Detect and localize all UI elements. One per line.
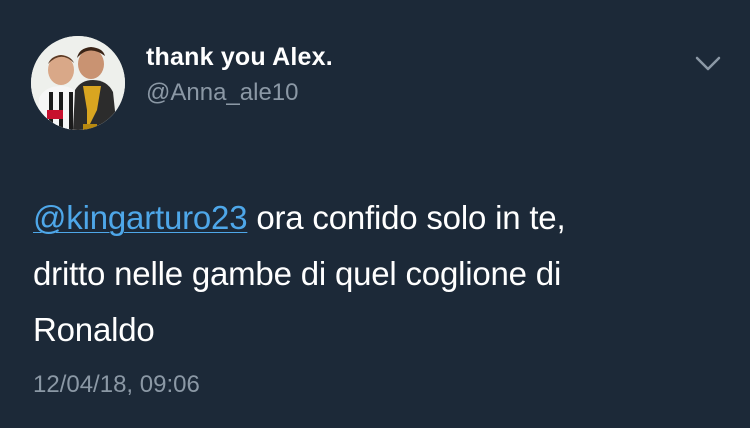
tweet-card: thank you Alex. @Anna_ale10 @kingarturo2… [0, 0, 750, 428]
chevron-down-icon[interactable] [692, 50, 724, 78]
tweet-text-segment: ora confido solo in te, [247, 199, 566, 236]
tweet-text: @kingarturo23 ora confido solo in te, dr… [33, 190, 723, 358]
mention-link[interactable]: @kingarturo23 [33, 199, 248, 236]
tweet-timestamp: 12/04/18, 09:06 [33, 371, 200, 398]
avatar[interactable] [31, 36, 125, 130]
tweet-line-3: Ronaldo [33, 311, 155, 348]
avatar-photo [31, 36, 125, 130]
tweet-line-2: dritto nelle gambe di quel coglione di [33, 255, 562, 292]
tweet-line-1: @kingarturo23 ora confido solo in te, [33, 190, 723, 246]
display-name[interactable]: thank you Alex. [146, 43, 333, 72]
user-handle[interactable]: @Anna_ale10 [146, 79, 298, 107]
